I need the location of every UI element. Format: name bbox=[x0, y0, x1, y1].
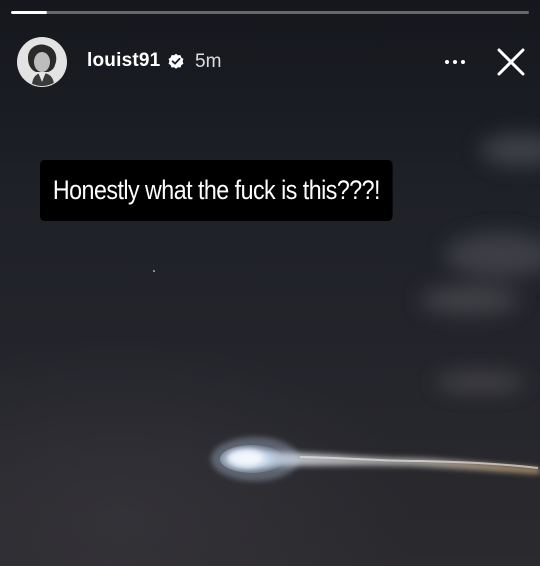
more-options-button[interactable] bbox=[435, 49, 475, 75]
verified-badge-icon bbox=[168, 53, 184, 69]
story-progress-fill bbox=[11, 11, 48, 14]
avatar[interactable] bbox=[17, 37, 67, 87]
username[interactable]: louist91 bbox=[87, 50, 160, 72]
object-trail bbox=[262, 452, 540, 474]
story-caption: Honestly what the fuck is this???! bbox=[40, 160, 393, 221]
story-progress-bar bbox=[11, 11, 529, 14]
close-icon[interactable] bbox=[493, 44, 529, 80]
more-options-icon-dot bbox=[461, 60, 465, 64]
story-viewer[interactable]: louist91 5m Honestly what the fuck is th… bbox=[0, 0, 540, 566]
cloud-wisps bbox=[420, 134, 540, 392]
more-options-icon bbox=[445, 60, 449, 64]
avatar-photo bbox=[18, 38, 66, 86]
story-timestamp: 5m bbox=[195, 51, 222, 72]
more-options-icon-dot bbox=[453, 60, 457, 64]
star bbox=[153, 270, 155, 272]
story-header: louist91 5m bbox=[17, 37, 529, 89]
glowing-orb bbox=[211, 437, 299, 481]
